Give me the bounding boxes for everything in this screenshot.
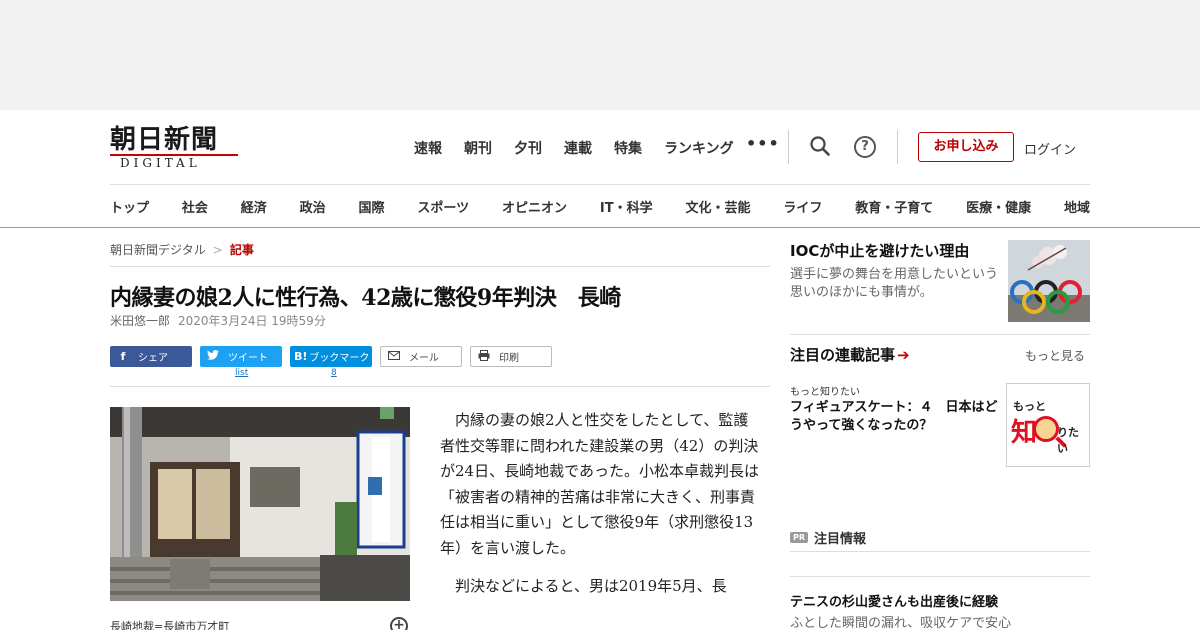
mail-share-button[interactable]: メール (380, 346, 462, 367)
site-header: 朝日新聞 DIGITAL 速報 朝刊 夕刊 連載 特集 ランキング ••• ? … (0, 110, 1200, 228)
category-education[interactable]: 教育・子育て (855, 197, 933, 216)
hatena-bookmark-count[interactable]: 8 (331, 368, 337, 378)
article-headline: 内縁妻の娘2人に性行為、42歳に懲役9年判決 長崎 (110, 285, 621, 311)
publish-date: 2020年3月24日 19時59分 (178, 314, 326, 328)
top-nav: 速報 朝刊 夕刊 連載 特集 ランキング (414, 138, 756, 158)
twitter-share-button[interactable]: ツイート (200, 346, 282, 367)
twitter-share-count[interactable]: list (235, 368, 248, 378)
top-nav-ranking[interactable]: ランキング (664, 138, 734, 158)
category-international[interactable]: 国際 (359, 197, 385, 216)
breadcrumb-home[interactable]: 朝日新聞デジタル (110, 243, 206, 257)
top-nav-tokushu[interactable]: 特集 (614, 138, 642, 158)
series-section-heading: 注目の連載記事 ➔ (790, 344, 910, 365)
breadcrumb-current[interactable]: 記事 (230, 243, 254, 257)
pr-badge: PR (790, 532, 809, 543)
pr-article-subtitle[interactable]: ふとした瞬間の漏れ、吸収ケアで安心 (790, 612, 1011, 630)
category-top[interactable]: トップ (110, 197, 149, 216)
logo-sub-text: DIGITAL (120, 156, 201, 170)
facebook-icon: f (120, 350, 126, 363)
article-paragraph: 内縁の妻の娘2人と性交をしたとして、監護者性交等罪に問われた建設業の男（42）の… (440, 411, 759, 557)
top-nav-rensai[interactable]: 連載 (564, 138, 592, 158)
facebook-share-label: シェア (138, 353, 168, 364)
logo-main-text: 朝日新聞 (110, 125, 219, 155)
header-separator (110, 184, 1090, 185)
mail-share-label: メール (409, 353, 439, 364)
zoom-icon[interactable]: + (390, 617, 408, 630)
motto-shiritai-logo[interactable]: もっと 知 りたい (1006, 383, 1090, 467)
login-link[interactable]: ログイン (1024, 139, 1076, 158)
ad-banner-area (0, 0, 1200, 110)
author-name[interactable]: 米田悠一郎 (110, 314, 170, 328)
category-politics[interactable]: 政治 (300, 197, 326, 216)
search-icon[interactable] (808, 134, 832, 158)
article-body: 内縁の妻の娘2人と性交をしたとして、監護者性交等罪に問われた建設業の男（42）の… (440, 408, 760, 600)
sidebar-feature-subtitle[interactable]: 選手に夢の舞台を用意したいという思いのほかにも事情が。 (790, 266, 1000, 302)
category-sports[interactable]: スポーツ (417, 197, 469, 216)
category-it-science[interactable]: IT・科学 (600, 197, 653, 216)
hatena-bookmark-button[interactable]: B! ブックマーク (290, 346, 372, 367)
twitter-share-label: ツイート (228, 353, 268, 364)
sidebar-divider (790, 576, 1090, 577)
series-article-title[interactable]: フィギュアスケート：４ 日本はどうやって強くなったの？ (790, 399, 1002, 435)
site-logo[interactable]: 朝日新聞 DIGITAL (110, 126, 240, 170)
category-opinion[interactable]: オピニオン (502, 197, 567, 216)
more-menu-button[interactable]: ••• (746, 134, 780, 153)
subscribe-button[interactable]: お申し込み (918, 132, 1014, 162)
breadcrumb: 朝日新聞デジタル > 記事 (110, 241, 254, 258)
sidebar-divider (790, 551, 1090, 552)
top-nav-choukan[interactable]: 朝刊 (464, 138, 492, 158)
category-economy[interactable]: 経済 (241, 197, 267, 216)
category-region[interactable]: 地域 (1064, 197, 1090, 216)
printer-icon (477, 349, 491, 364)
share-buttons: f シェア ツイート B! ブックマーク メール 印刷 (110, 346, 552, 367)
top-nav-sokuho[interactable]: 速報 (414, 138, 442, 158)
header-divider (897, 130, 898, 164)
breadcrumb-separator: > (212, 243, 223, 257)
pr-heading-text: 注目情報 (814, 532, 867, 547)
photo-caption: 長崎地裁=長崎市万才町 (110, 620, 230, 630)
arrow-right-icon[interactable]: ➔ (897, 346, 910, 364)
pr-article-title[interactable]: テニスの杉山愛さんも出産後に経験 (790, 591, 998, 610)
article-photo[interactable] (110, 407, 410, 601)
facebook-share-button[interactable]: f シェア (110, 346, 192, 367)
logo-text-rest: りたい (1057, 426, 1079, 455)
byline: 米田悠一郎 2020年3月24日 19時59分 (110, 312, 326, 329)
sidebar-divider (790, 334, 1090, 335)
hatena-bookmark-icon: B! (294, 350, 308, 363)
series-label: もっと知りたい (790, 387, 860, 398)
more-series-link[interactable]: もっと見る (1025, 347, 1085, 364)
hatena-bookmark-label: ブックマーク (309, 353, 370, 364)
category-culture[interactable]: 文化・芸能 (685, 197, 750, 216)
print-label: 印刷 (499, 353, 519, 364)
series-heading-text: 注目の連載記事 (790, 346, 896, 364)
sidebar-feature-title[interactable]: IOCが中止を避けたい理由 (790, 240, 969, 261)
category-health[interactable]: 医療・健康 (966, 197, 1031, 216)
twitter-icon (206, 350, 220, 363)
header-divider (788, 130, 789, 164)
category-nav: トップ 社会 経済 政治 国際 スポーツ オピニオン IT・科学 文化・芸能 ラ… (110, 197, 1090, 216)
divider (110, 386, 770, 387)
sidebar-feature-image[interactable] (1008, 240, 1090, 322)
help-icon[interactable]: ? (854, 136, 876, 158)
article-paragraph: 判決などによると、男は2019年5月、長 (455, 577, 727, 595)
category-society[interactable]: 社会 (182, 197, 208, 216)
mail-icon (387, 350, 401, 363)
print-button[interactable]: 印刷 (470, 346, 552, 367)
top-nav-yukan[interactable]: 夕刊 (514, 138, 542, 158)
divider (110, 266, 770, 267)
category-life[interactable]: ライフ (783, 197, 822, 216)
pr-section-heading: PR 注目情報 (790, 528, 866, 547)
